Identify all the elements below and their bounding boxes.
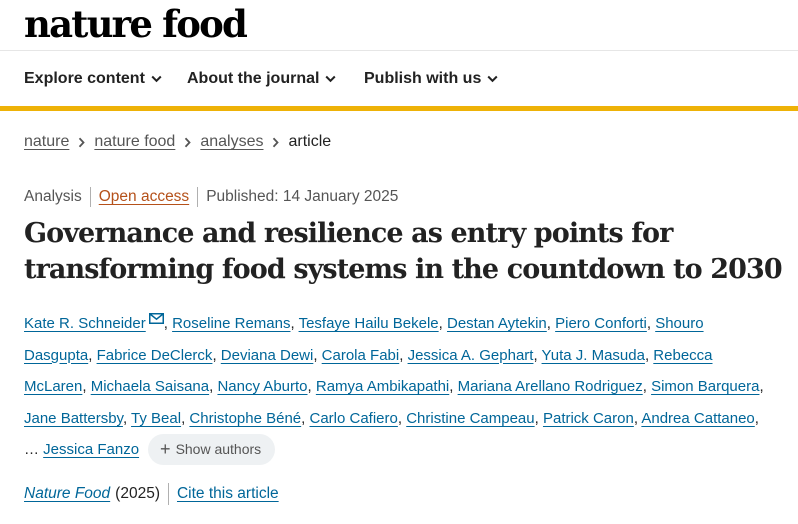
breadcrumb-analyses[interactable]: analyses (200, 133, 263, 151)
author-link[interactable]: Piero Conforti (555, 315, 647, 332)
cite-article-link[interactable]: Cite this article (177, 485, 279, 503)
chevron-down-icon (325, 75, 336, 83)
author-link[interactable]: Patrick Caron (543, 410, 634, 427)
nav-about-journal[interactable]: About the journal (187, 67, 336, 91)
breadcrumb-nature-food[interactable]: nature food (94, 133, 175, 151)
author-link[interactable]: Deviana Dewi (221, 347, 314, 364)
chevron-right-icon (78, 137, 86, 148)
author-separator: , (397, 409, 407, 427)
divider (197, 187, 199, 207)
author-link[interactable]: Kate R. Schneider (24, 315, 146, 332)
chevron-right-icon (184, 137, 192, 148)
author-separator: , (759, 378, 764, 396)
article-type: Analysis (24, 188, 82, 205)
author-link[interactable]: Tesfaye Hailu Bekele (299, 315, 439, 332)
author-link[interactable]: Mariana Arellano Rodriguez (458, 378, 643, 395)
citation-year: (2025) (115, 485, 160, 502)
author-link[interactable]: Michaela Saisana (91, 378, 209, 395)
author-separator: , (754, 409, 759, 427)
published-date: Published: 14 January 2025 (206, 188, 399, 205)
author-separator: , (313, 346, 322, 364)
author-separator: , (88, 346, 97, 364)
citation-line: Nature Food (2025) Cite this article (24, 483, 279, 505)
author-link[interactable]: Nancy Aburto (217, 378, 307, 395)
author-separator: , (642, 378, 652, 396)
show-authors-label: Show authors (175, 440, 262, 457)
divider (89, 187, 91, 207)
author-separator: , (534, 409, 543, 427)
author-separator: , (646, 315, 656, 332)
author-separator: , (438, 315, 447, 332)
site-header: nature food (0, 0, 798, 51)
chevron-down-icon (487, 75, 498, 83)
author-separator: , (307, 378, 316, 396)
author-link[interactable]: Ty Beal (131, 410, 181, 427)
mail-icon[interactable] (148, 304, 164, 336)
article-meta: Analysis Open access Published: 14 Janua… (24, 187, 398, 207)
author-link[interactable]: Jane Battersby (24, 410, 123, 427)
author-separator: , (301, 409, 310, 427)
author-link[interactable]: Ramya Ambikapathi (316, 378, 449, 395)
author-separator: , (290, 315, 299, 332)
chevron-down-icon (151, 75, 162, 83)
author-separator: , (399, 346, 408, 364)
accent-bar (0, 106, 798, 111)
show-authors-button[interactable]: + Show authors (148, 433, 276, 465)
article-title: Governance and resilience as entry point… (24, 218, 783, 285)
author-link[interactable]: Destan Aytekin (447, 315, 547, 332)
breadcrumb-current: article (288, 133, 332, 150)
author-link[interactable]: Simon Barquera (651, 378, 759, 395)
author-separator: , (449, 378, 458, 396)
author-link[interactable]: Christine Campeau (406, 410, 534, 427)
author-link[interactable]: Christophe Béné (189, 410, 301, 427)
author-link[interactable]: Jessica A. Gephart (408, 347, 534, 364)
author-list: Kate R. Schneider, Roseline Remans, Tesf… (24, 304, 764, 466)
author-separator: , (122, 409, 132, 427)
nav-explore-content[interactable]: Explore content (24, 67, 162, 91)
author-link[interactable]: Jessica Fanzo (43, 441, 139, 458)
main-nav: Explore content About the journal Publis… (0, 51, 798, 106)
nav-label: About the journal (187, 70, 320, 87)
nav-label: Publish with us (364, 70, 482, 87)
author-separator: , (546, 315, 556, 332)
journal-link[interactable]: Nature Food (24, 485, 110, 503)
nav-publish-with-us[interactable]: Publish with us (364, 67, 498, 91)
breadcrumb-nature[interactable]: nature (24, 133, 69, 151)
nav-label: Explore content (24, 70, 145, 87)
author-ellipsis: … (24, 441, 39, 459)
breadcrumb: nature nature food analyses article (24, 131, 331, 153)
author-separator: , (533, 346, 542, 364)
plus-icon: + (160, 439, 171, 460)
author-link[interactable]: Fabrice DeClerck (97, 347, 213, 364)
author-link[interactable]: Roseline Remans (172, 315, 290, 332)
divider (167, 483, 169, 505)
author-separator: , (212, 346, 221, 364)
open-access-link[interactable]: Open access (99, 188, 189, 206)
author-link[interactable]: Yuta J. Masuda (542, 347, 645, 364)
author-link[interactable]: Andrea Cattaneo (641, 410, 754, 427)
author-separator: , (82, 378, 91, 396)
author-link[interactable]: Carlo Cafiero (310, 410, 398, 427)
chevron-right-icon (272, 137, 280, 148)
journal-logo[interactable]: nature food (24, 3, 248, 45)
author-link[interactable]: Carola Fabi (322, 347, 400, 364)
author-separator: , (163, 315, 173, 332)
